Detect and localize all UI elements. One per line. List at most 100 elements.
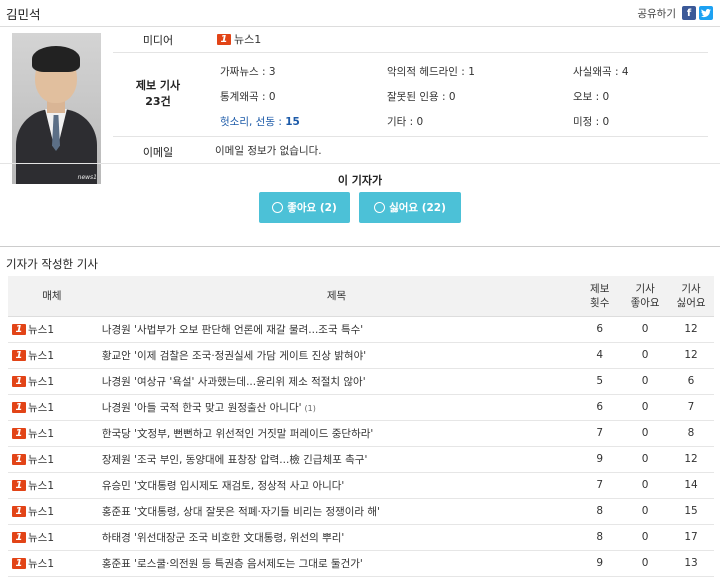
row-media[interactable]: 1 뉴스1 (8, 316, 96, 343)
row-dislikes: 7 (668, 394, 714, 421)
table-header-row: 매체 제목 제보 횟수 기사 좋아요 기사 싫어요 (8, 276, 714, 317)
row-media-name: 뉴스1 (28, 349, 55, 362)
row-title[interactable]: 황교안 '이제 검찰은 조국·정권실세 가담 게이트 진상 밝혀야' (95, 342, 578, 369)
row-title[interactable]: 홍준표 '로스쿨·의전원 등 특권층 음서제도는 그대로 둘건가' (95, 550, 578, 577)
row-media[interactable]: 1 뉴스1 (8, 342, 96, 369)
article-title-link[interactable]: 한국당 '文정부, 뻔뻔하고 위선적인 거짓말 퍼레이드 중단하라' (102, 428, 373, 440)
articles-table: 매체 제목 제보 횟수 기사 좋아요 기사 싫어요 1 뉴스1 나경원 '사법부가 오보 … (8, 276, 714, 577)
comment-count: (1) (304, 403, 316, 413)
facebook-icon[interactable]: f (682, 6, 696, 20)
article-title-link[interactable]: 장제원 '조국 부인, 동양대에 표창장 압력...檢 긴급체포 촉구' (102, 454, 368, 466)
divider (113, 52, 708, 53)
row-likes: 0 (622, 342, 669, 369)
row-dislikes: 12 (668, 342, 714, 369)
stat-malicious-headline: 악의적 헤드라인 : 1 (387, 66, 475, 78)
media-label: 미디어 (142, 34, 174, 47)
row-likes: 0 (622, 368, 669, 395)
row-media[interactable]: 1 뉴스1 (8, 524, 96, 551)
reporter-name: 김민석 (6, 6, 41, 22)
article-title-link[interactable]: 홍준표 '文대통령, 상대 잘못은 적폐·자기들 비리는 정쟁이라 해' (102, 506, 380, 518)
table-row[interactable]: 1 뉴스1 홍준표 '로스쿨·의전원 등 특권층 음서제도는 그대로 둘건가' 9 0 1… (8, 550, 714, 577)
row-likes: 0 (622, 472, 669, 499)
share-label: 공유하기 (637, 7, 676, 20)
row-media-name: 뉴스1 (28, 531, 55, 544)
stat-misreport: 오보 : 0 (573, 91, 610, 103)
dislike-label: 싫어요 (22) (389, 202, 446, 214)
row-dislikes: 14 (668, 472, 714, 499)
row-likes: 0 (622, 420, 669, 447)
table-row[interactable]: 1 뉴스1 나경원 '여상규 '욕설' 사과했는데...윤리위 제소 적절치 않아'… (8, 368, 714, 395)
row-reports: 8 (577, 524, 623, 551)
news1-logo-icon: 1 (12, 557, 26, 569)
table-row[interactable]: 1 뉴스1 나경원 '아들 국적 한국 맞고 원정출산 아니다' (1) 6 0 7 (8, 394, 714, 421)
header-dislikes: 기사 싫어요 (668, 276, 714, 317)
row-title[interactable]: 홍준표 '文대통령, 상대 잘못은 적폐·자기들 비리는 정쟁이라 해' (95, 498, 578, 525)
report-count: 23건 (145, 95, 171, 108)
table-row[interactable]: 1 뉴스1 하태경 '위선대장군 조국 비호한 文대통령, 위선의 뿌리' 8 0 17 (8, 524, 714, 551)
dislike-button[interactable]: 싫어요 (22) (359, 192, 461, 223)
row-media[interactable]: 1 뉴스1 (8, 550, 96, 577)
header-reports: 제보 횟수 (577, 276, 623, 317)
row-title[interactable]: 유승민 '文대통령 입시제도 재검토, 정상적 사고 아니다' (95, 472, 578, 499)
row-title[interactable]: 나경원 '아들 국적 한국 맞고 원정출산 아니다' (1) (95, 394, 578, 421)
feedback-title: 이 기자가 (337, 174, 383, 187)
stat-fake-news: 가짜뉴스 : 3 (220, 66, 276, 78)
row-dislikes: 17 (668, 524, 714, 551)
article-title-link[interactable]: 나경원 '아들 국적 한국 맞고 원정출산 아니다' (102, 402, 302, 414)
row-media[interactable]: 1 뉴스1 (8, 368, 96, 395)
article-title-link[interactable]: 유승민 '文대통령 입시제도 재검토, 정상적 사고 아니다' (102, 480, 345, 492)
row-likes: 0 (622, 550, 669, 577)
report-label: 제보 기사 23건 (113, 78, 203, 110)
reporter-header: 김민석 공유하기 f (0, 0, 720, 27)
table-row[interactable]: 1 뉴스1 황교안 '이제 검찰은 조국·정권실세 가담 게이트 진상 밝혀야' 4 0… (8, 342, 714, 369)
news1-logo-icon: 1 (12, 531, 26, 543)
media-value[interactable]: 1 뉴스1 (217, 31, 261, 47)
stat-undecided: 미정 : 0 (573, 116, 610, 128)
row-likes: 0 (622, 316, 669, 343)
row-media-name: 뉴스1 (28, 453, 55, 466)
stat-wrong-quote: 잘못된 인용 : 0 (387, 91, 456, 103)
row-media[interactable]: 1 뉴스1 (8, 446, 96, 473)
row-dislikes: 8 (668, 420, 714, 447)
smile-icon (272, 202, 284, 213)
row-likes: 0 (622, 498, 669, 525)
table-row[interactable]: 1 뉴스1 홍준표 '文대통령, 상대 잘못은 적폐·자기들 비리는 정쟁이라 해'… (8, 498, 714, 525)
row-dislikes: 15 (668, 498, 714, 525)
twitter-icon[interactable] (699, 6, 713, 20)
row-title[interactable]: 나경원 '사법부가 오보 판단해 언론에 재갈 물려...조국 특수' (95, 316, 578, 343)
divider (0, 163, 720, 164)
row-media[interactable]: 1 뉴스1 (8, 394, 96, 421)
table-row[interactable]: 1 뉴스1 장제원 '조국 부인, 동양대에 표창장 압력...檢 긴급체포 촉구'… (8, 446, 714, 473)
news1-logo-icon: 1 (12, 453, 26, 465)
article-title-link[interactable]: 황교안 '이제 검찰은 조국·정권실세 가담 게이트 진상 밝혀야' (102, 350, 366, 362)
row-reports: 9 (577, 550, 623, 577)
header-likes: 기사 좋아요 (622, 276, 669, 317)
row-title[interactable]: 한국당 '文정부, 뻔뻔하고 위선적인 거짓말 퍼레이드 중단하라' (95, 420, 578, 447)
article-title-link[interactable]: 나경원 '사법부가 오보 판단해 언론에 재갈 물려...조국 특수' (102, 324, 363, 336)
row-title[interactable]: 하태경 '위선대장군 조국 비호한 文대통령, 위선의 뿌리' (95, 524, 578, 551)
like-button[interactable]: 좋아요 (2) (259, 192, 350, 223)
row-reports: 8 (577, 498, 623, 525)
article-title-link[interactable]: 하태경 '위선대장군 조국 비호한 文대통령, 위선의 뿌리' (102, 532, 345, 544)
table-row[interactable]: 1 뉴스1 유승민 '文대통령 입시제도 재검토, 정상적 사고 아니다' 7 0 14 (8, 472, 714, 499)
row-dislikes: 6 (668, 368, 714, 395)
like-label: 좋아요 (2) (287, 202, 337, 214)
row-media[interactable]: 1 뉴스1 (8, 498, 96, 525)
share-bar: 공유하기 f (637, 6, 713, 21)
table-row[interactable]: 1 뉴스1 나경원 '사법부가 오보 판단해 언론에 재갈 물려...조국 특수' 6… (8, 316, 714, 343)
stat-nonsense[interactable]: 헛소리, 선동 : 15 (220, 114, 300, 129)
article-title-link[interactable]: 나경원 '여상규 '욕설' 사과했는데...윤리위 제소 적절치 않아' (102, 376, 366, 388)
stat-fact-distortion: 사실왜곡 : 4 (573, 66, 629, 78)
row-reports: 7 (577, 420, 623, 447)
divider (113, 136, 708, 137)
row-title[interactable]: 나경원 '여상규 '욕설' 사과했는데...윤리위 제소 적절치 않아' (95, 368, 578, 395)
row-media[interactable]: 1 뉴스1 (8, 472, 96, 499)
article-title-link[interactable]: 홍준표 '로스쿨·의전원 등 특권층 음서제도는 그대로 둘건가' (102, 558, 363, 570)
news1-logo-icon: 1 (12, 427, 26, 439)
articles-section-title: 기자가 작성한 기사 (6, 257, 98, 271)
row-title[interactable]: 장제원 '조국 부인, 동양대에 표창장 압력...檢 긴급체포 촉구' (95, 446, 578, 473)
row-media[interactable]: 1 뉴스1 (8, 420, 96, 447)
table-row[interactable]: 1 뉴스1 한국당 '文정부, 뻔뻔하고 위선적인 거짓말 퍼레이드 중단하라' 7 0… (8, 420, 714, 447)
news1-logo-icon: 1 (12, 401, 26, 413)
row-reports: 6 (577, 394, 623, 421)
